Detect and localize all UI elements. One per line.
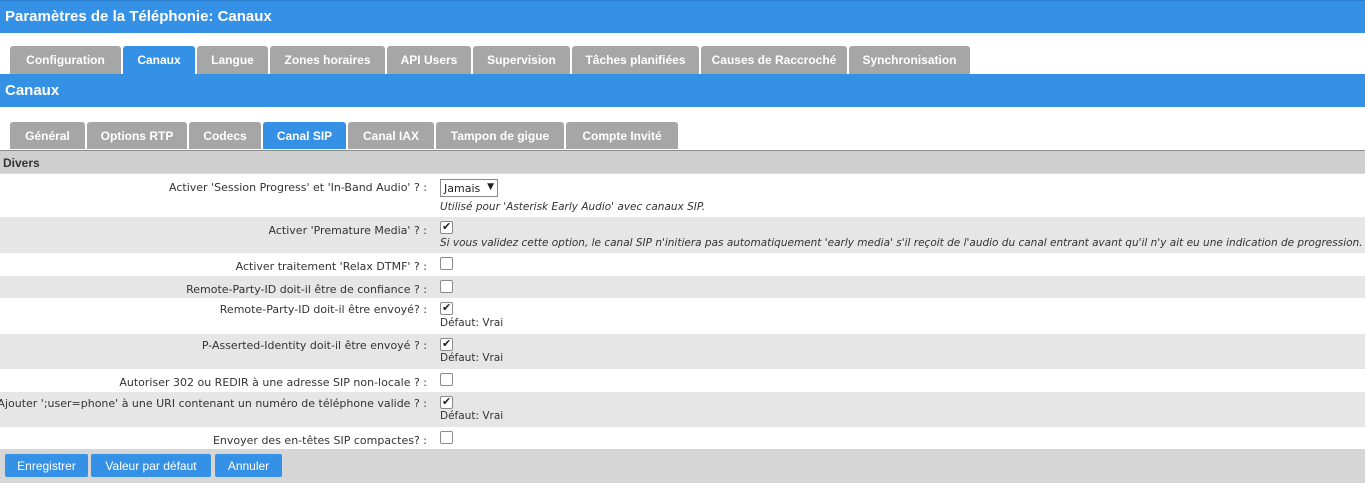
tab-supervision[interactable]: Supervision xyxy=(473,46,570,74)
chevron-down-icon: ▼ xyxy=(487,182,494,192)
group-title: Divers xyxy=(3,156,40,170)
cancel-button[interactable]: Annuler xyxy=(215,454,282,477)
section-title: Canaux xyxy=(5,82,60,99)
setting-label: Autoriser 302 ou REDIR à une adresse SIP… xyxy=(119,376,427,389)
relax-dtmf-checkbox[interactable] xyxy=(440,257,453,270)
section-header: Canaux xyxy=(0,74,1365,107)
tab-synchronisation[interactable]: Synchronisation xyxy=(849,46,970,74)
subtab-canal-iax[interactable]: Canal IAX xyxy=(348,122,434,149)
tab-api-users[interactable]: API Users xyxy=(387,46,471,74)
setting-label: Activer traitement 'Relax DTMF' ? : xyxy=(235,260,427,273)
setting-hint: Défaut: Vrai xyxy=(440,410,504,422)
setting-hint: Utilisé pour 'Asterisk Early Audio' avec… xyxy=(440,201,706,213)
select-value: Jamais xyxy=(444,181,481,195)
rpid-send-checkbox[interactable] xyxy=(440,301,453,315)
tab-configuration[interactable]: Configuration xyxy=(10,46,121,74)
subtab-tampon-de-gigue[interactable]: Tampon de gigue xyxy=(436,122,564,149)
pai-send-checkbox[interactable] xyxy=(440,337,453,351)
tab-zones-horaires[interactable]: Zones horaires xyxy=(270,46,385,74)
save-button[interactable]: Enregistrer xyxy=(5,454,88,477)
setting-row-relax-dtmf: Activer traitement 'Relax DTMF' ? : xyxy=(0,253,1365,276)
setting-row-session-progress: Activer 'Session Progress' et 'In-Band A… xyxy=(0,174,1365,217)
subtab-options-rtp[interactable]: Options RTP xyxy=(87,122,187,149)
setting-row-compact-headers: Envoyer des en-têtes SIP compactes? : xyxy=(0,427,1365,449)
setting-row-allow-302: Autoriser 302 ou REDIR à une adresse SIP… xyxy=(0,369,1365,392)
setting-label: Ajouter ';user=phone' à une URI contenan… xyxy=(0,397,427,410)
setting-row-rpid-send: Remote-Party-ID doit-il être envoyé? : D… xyxy=(0,298,1365,334)
setting-hint: Défaut: Vrai xyxy=(440,352,504,364)
session-progress-select[interactable]: Jamais ▼ xyxy=(440,179,498,197)
setting-label: Envoyer des en-têtes SIP compactes? : xyxy=(212,434,427,447)
setting-label: Activer 'Premature Media' ? : xyxy=(268,224,427,237)
setting-hint: Défaut: Vrai xyxy=(440,317,504,329)
tab-causes-de-raccroche[interactable]: Causes de Raccroché xyxy=(701,46,847,74)
subtab-compte-invite[interactable]: Compte Invité xyxy=(566,122,678,149)
allow-302-checkbox[interactable] xyxy=(440,373,453,386)
subtab-canal-sip[interactable]: Canal SIP xyxy=(263,122,346,149)
default-values-button[interactable]: Valeur par défaut xyxy=(91,454,211,477)
subtab-codecs[interactable]: Codecs xyxy=(189,122,261,149)
subtab-general[interactable]: Général xyxy=(10,122,85,149)
form-actions: Enregistrer Valeur par défaut Annuler xyxy=(0,449,1365,483)
group-heading: Divers xyxy=(0,150,1365,174)
setting-label: P-Asserted-Identity doit-il être envoyé … xyxy=(201,339,427,352)
setting-hint: Si vous validez cette option, le canal S… xyxy=(440,237,1363,249)
compact-headers-checkbox[interactable] xyxy=(440,431,453,444)
tab-canaux[interactable]: Canaux xyxy=(123,46,195,74)
setting-row-premature-media: Activer 'Premature Media' ? : Si vous va… xyxy=(0,217,1365,253)
tab-langue[interactable]: Langue xyxy=(197,46,268,74)
setting-row-pai-send: P-Asserted-Identity doit-il être envoyé … xyxy=(0,334,1365,369)
setting-label: Remote-Party-ID doit-il être de confianc… xyxy=(186,283,427,296)
setting-row-rpid-trust: Remote-Party-ID doit-il être de confianc… xyxy=(0,276,1365,298)
tab-taches-planifiees[interactable]: Tâches planifiées xyxy=(572,46,699,74)
page-title: Paramètres de la Téléphonie: Canaux xyxy=(5,8,272,25)
rpid-trust-checkbox[interactable] xyxy=(440,280,453,293)
setting-label: Activer 'Session Progress' et 'In-Band A… xyxy=(169,181,427,194)
app-title-bar: Paramètres de la Téléphonie: Canaux xyxy=(0,0,1365,33)
user-phone-checkbox[interactable] xyxy=(440,395,453,409)
premature-media-checkbox[interactable] xyxy=(440,220,453,234)
setting-row-user-phone: Ajouter ';user=phone' à une URI contenan… xyxy=(0,392,1365,427)
setting-label: Remote-Party-ID doit-il être envoyé? : xyxy=(219,303,427,316)
